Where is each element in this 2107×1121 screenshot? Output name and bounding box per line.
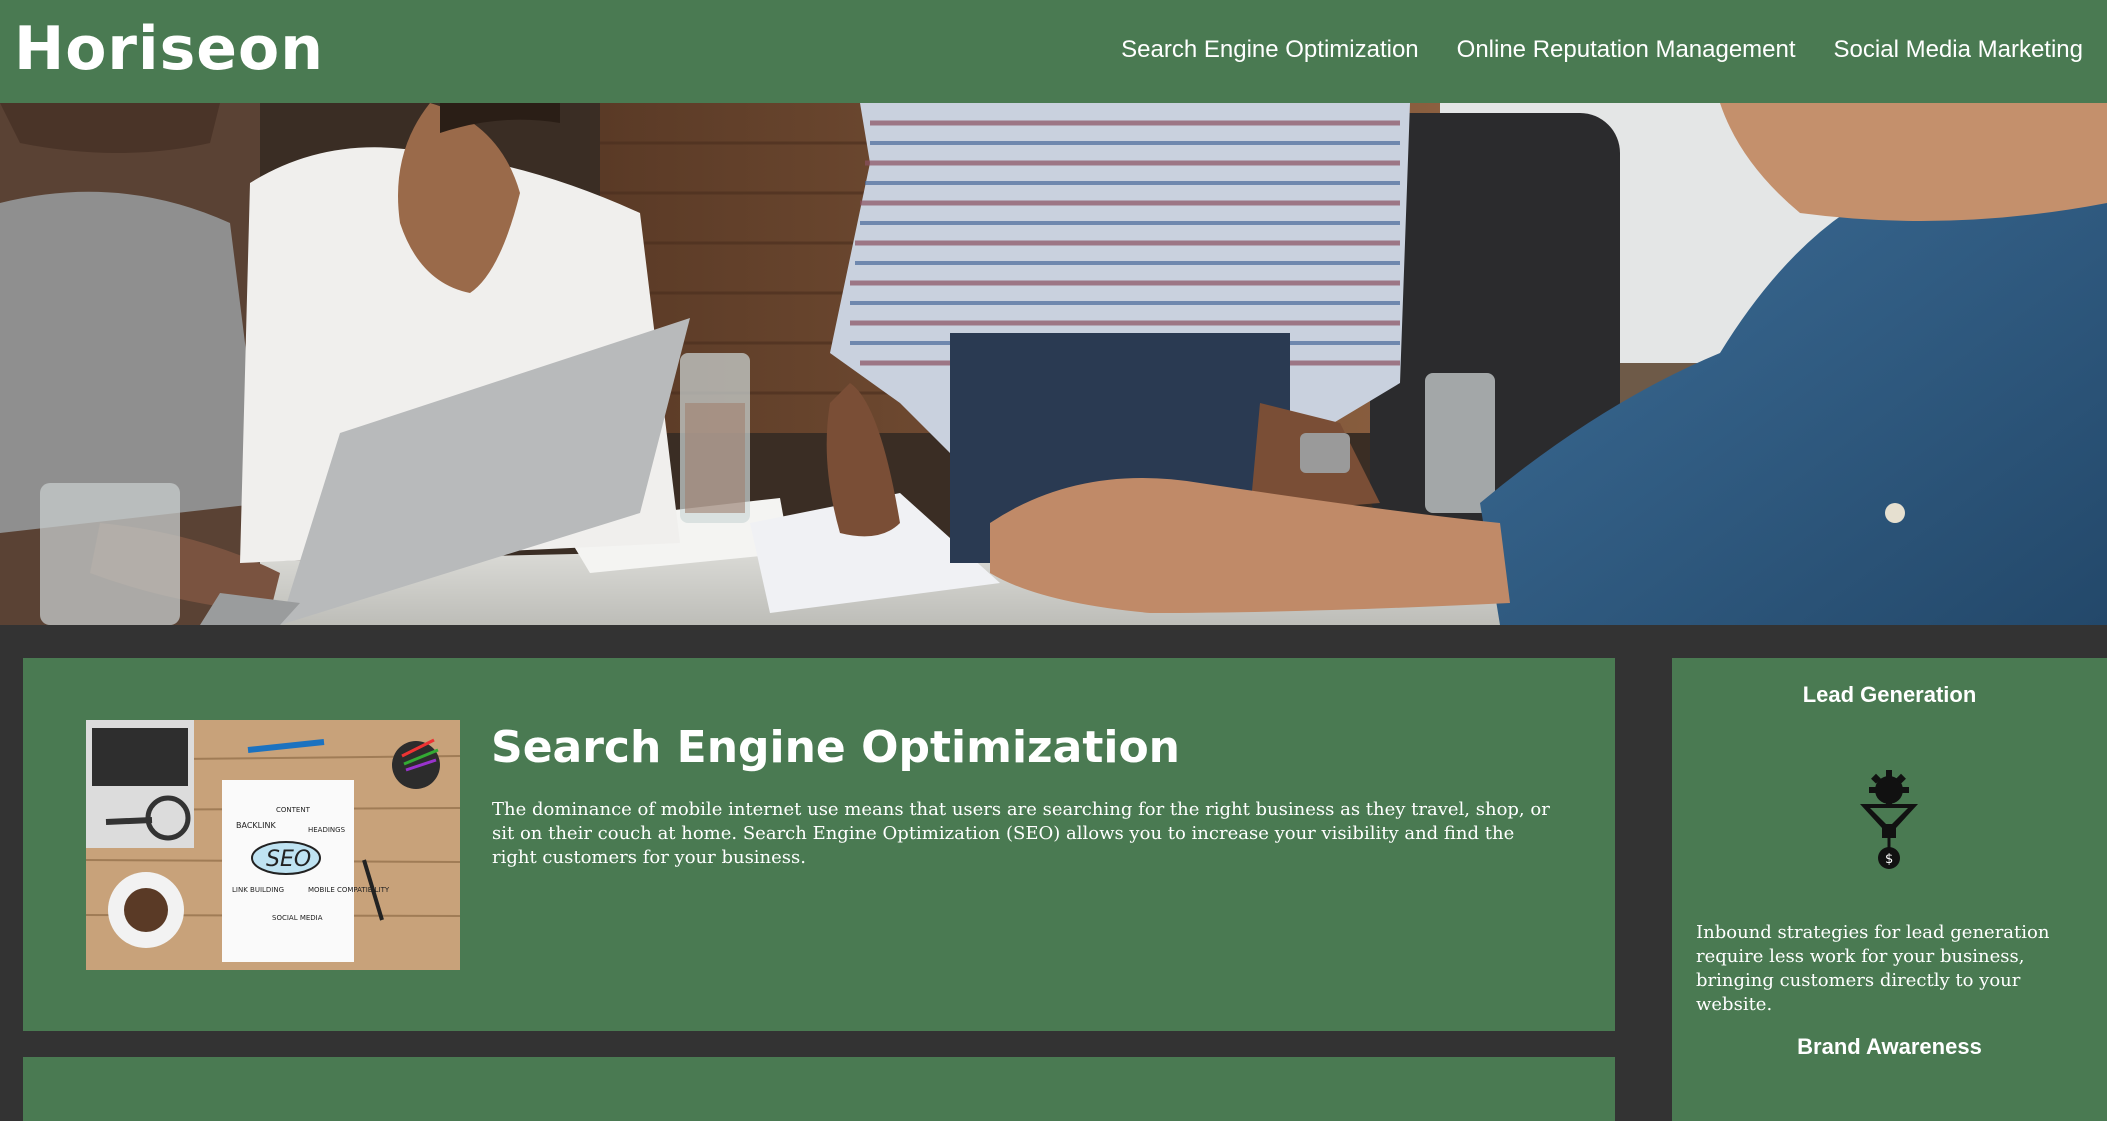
lead-generation-icon: $ [1854,768,1924,883]
site-header: Horiseon Search Engine Optimization Onli… [0,0,2107,103]
seo-image-word-headings: HEADINGS [308,826,346,834]
nav-link-social-media[interactable]: Social Media Marketing [1834,36,2083,64]
seo-title: Search Engine Optimization [491,722,1181,773]
benefits-sidebar: Lead Generation $ Inbound strategies for… [1672,658,2107,1121]
nav-link-seo[interactable]: Search Engine Optimization [1121,36,1419,64]
nav-link-online-reputation[interactable]: Online Reputation Management [1457,36,1796,64]
seo-image: BACKLINK CONTENT HEADINGS SEO LINK BUILD… [86,720,460,970]
seo-description: The dominance of mobile internet use mea… [492,799,1550,868]
lead-generation-text: Inbound strategies for lead generation r… [1696,922,2050,1015]
seo-image-word-content: CONTENT [276,806,311,814]
seo-section: BACKLINK CONTENT HEADINGS SEO LINK BUILD… [23,658,1615,1031]
hero-image [0,103,2107,625]
next-section [23,1057,1615,1121]
seo-image-word-mobile: MOBILE COMPATIBILITY [308,886,390,894]
main-nav: Search Engine Optimization Online Reputa… [1121,36,2083,64]
brand-awareness-title: Brand Awareness [1797,1034,1982,1059]
lead-generation-title: Lead Generation [1802,682,1977,707]
seo-image-word-seo: SEO [266,847,311,872]
seo-image-word-backlink: BACKLINK [236,821,276,830]
seo-image-word-link-building: LINK BUILDING [232,886,284,894]
seo-image-word-social: SOCIAL MEDIA [272,914,323,922]
svg-text:$: $ [1885,852,1893,867]
site-logo[interactable]: Horiseon [14,14,324,84]
